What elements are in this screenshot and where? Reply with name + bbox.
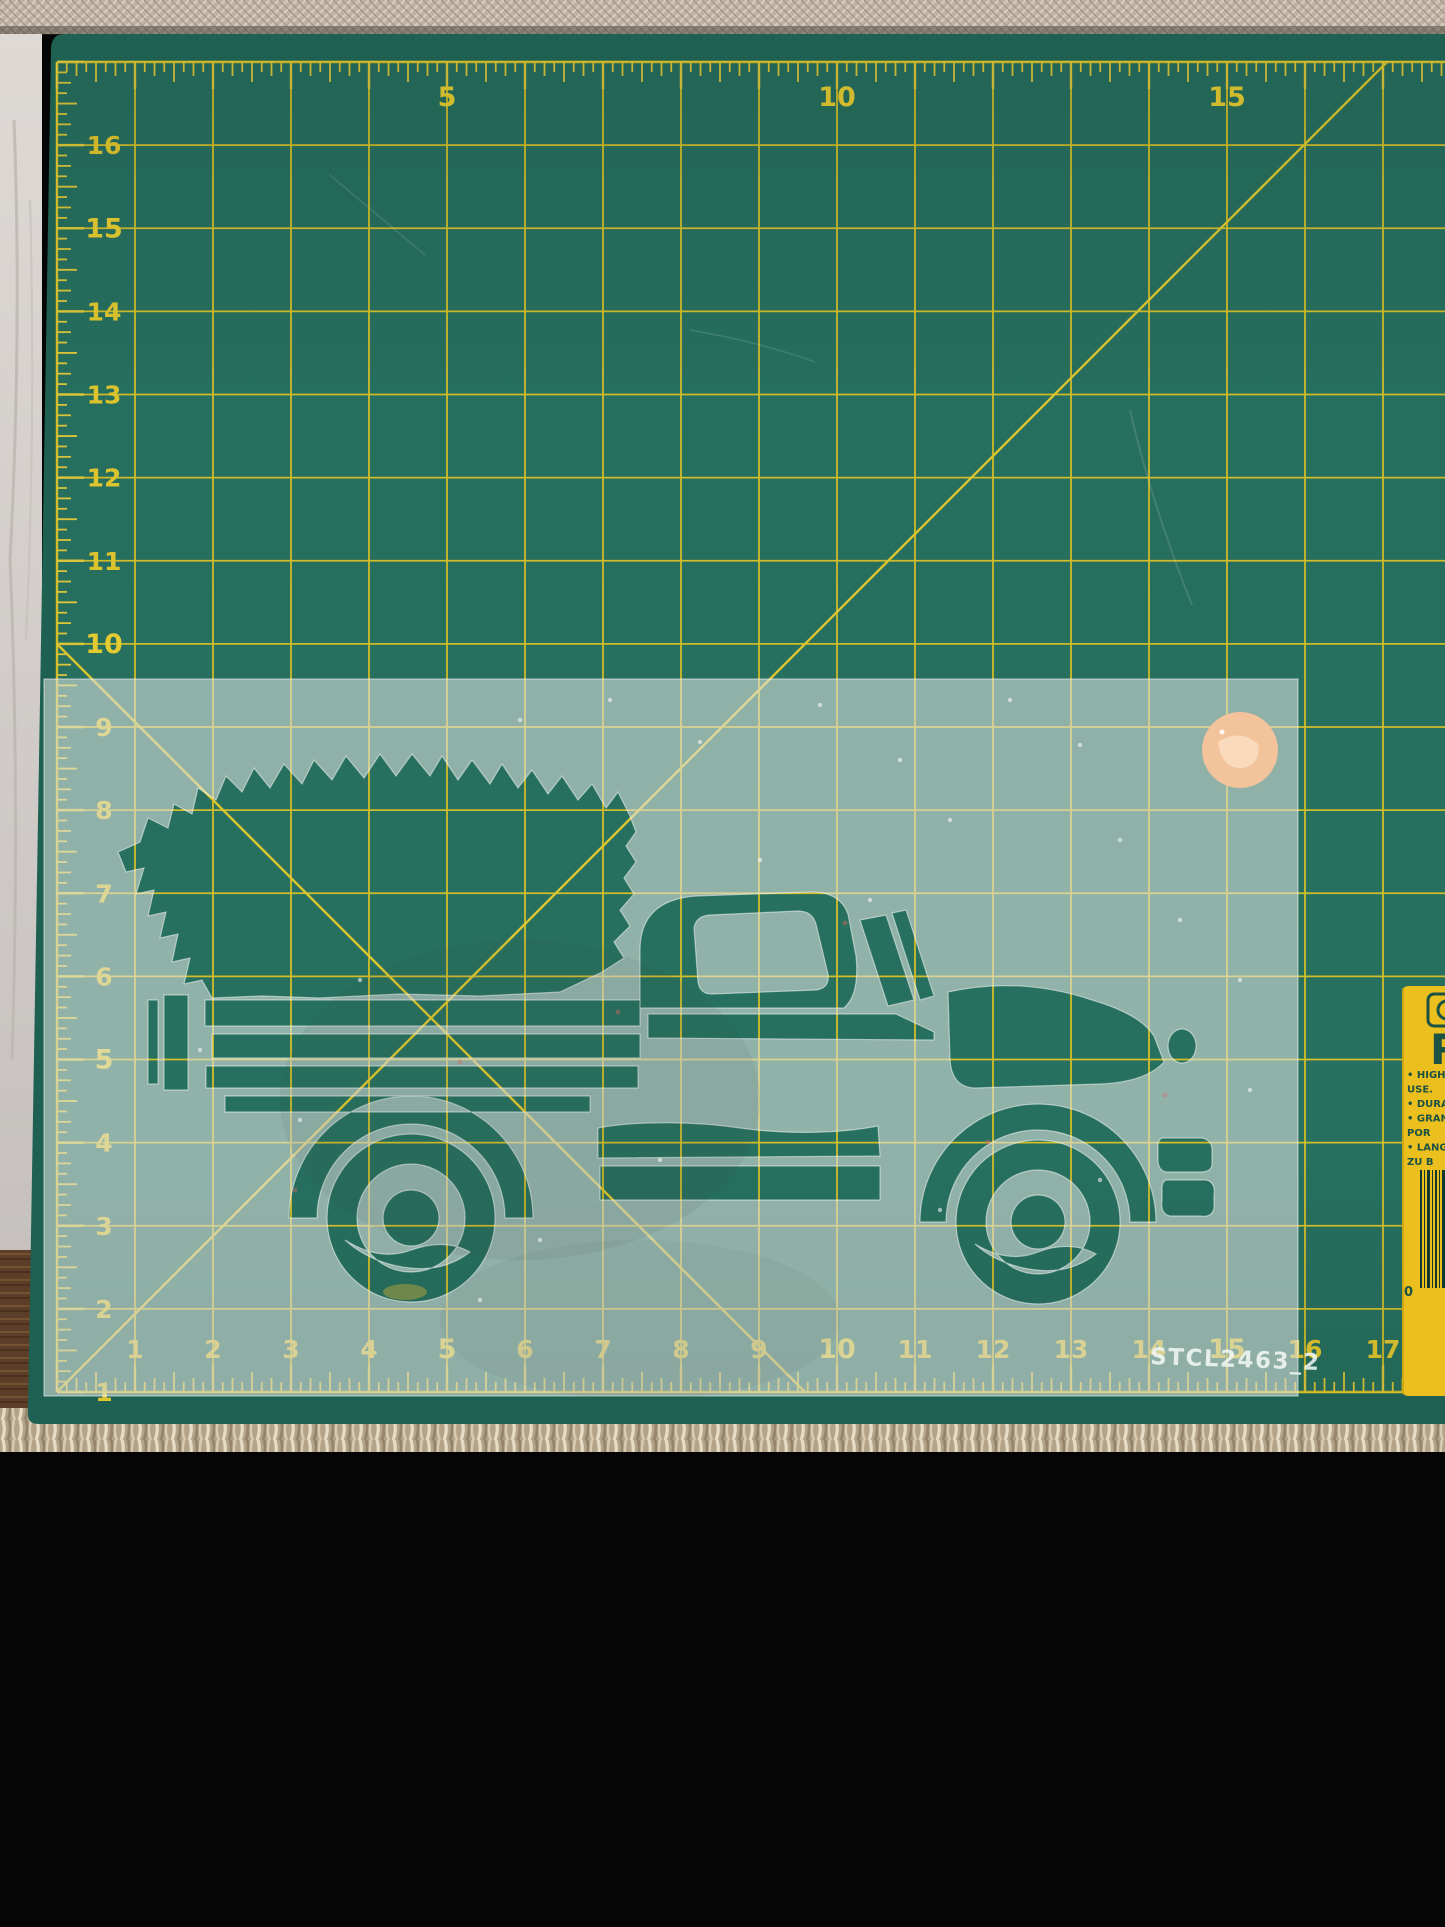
fabric-shadow <box>0 26 1445 35</box>
label-text-line: POR <box>1407 1128 1431 1139</box>
price-label: R • HIGH USE. • DURA • GRAN POR • LANG ZU B 0 <box>1402 986 1445 1396</box>
label-text-line: • LANG <box>1407 1143 1445 1154</box>
barcode-digit: 0 <box>1404 1285 1413 1300</box>
label-text-line: USE. <box>1407 1085 1433 1096</box>
label-text-line: • DURA <box>1407 1099 1445 1110</box>
paint-smudge <box>383 1284 427 1300</box>
stencil-shadow-blotch-2 <box>440 1240 840 1400</box>
label-text-line: • GRAN <box>1407 1114 1445 1125</box>
photo-canvas: 51015 16151413121110987654321 1234567891… <box>0 0 1445 1927</box>
stencil-shadow-blotch <box>280 940 760 1260</box>
label-text-line: ZU B <box>1407 1157 1433 1168</box>
label-text-line: • HIGH <box>1407 1070 1445 1081</box>
label-big-letter: R <box>1430 1025 1445 1074</box>
photograph: 51015 16151413121110987654321 1234567891… <box>0 0 1445 1452</box>
round-sticker <box>1202 712 1278 788</box>
scene-svg: 51015 16151413121110987654321 1234567891… <box>0 0 1445 1452</box>
